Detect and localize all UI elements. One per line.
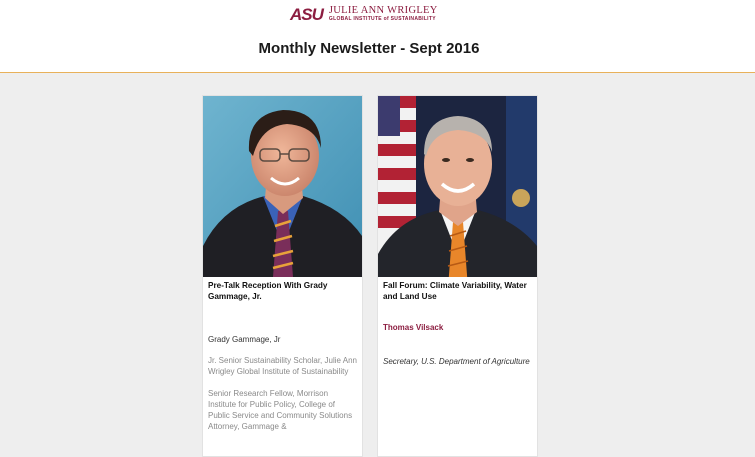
logo-institute-name: JULIE ANN WRIGLEY xyxy=(328,5,438,16)
speaker-name[interactable]: Thomas Vilsack xyxy=(378,322,537,333)
event-card-fall-forum[interactable]: Fall Forum: Climate Variability, Water a… xyxy=(377,95,538,457)
logo-institute-subtitle: GLOBAL INSTITUTE of SUSTAINABILITY xyxy=(328,16,436,22)
event-title[interactable]: Fall Forum: Climate Variability, Water a… xyxy=(378,277,537,302)
logo-text: JULIE ANN WRIGLEY GLOBAL INSTITUTE of SU… xyxy=(328,5,438,24)
speaker-photo-vilsack[interactable] xyxy=(378,96,537,277)
event-title[interactable]: Pre-Talk Reception With Grady Gammage, J… xyxy=(203,277,362,302)
event-card-reception[interactable]: Pre-Talk Reception With Grady Gammage, J… xyxy=(202,95,363,457)
speaker-name: Grady Gammage, Jr xyxy=(208,335,281,344)
speaker-bio: Senior Research Fellow, Morrison Institu… xyxy=(208,389,353,431)
newsletter-header: ASU JULIE ANN WRIGLEY GLOBAL INSTITUTE o… xyxy=(0,0,755,73)
page-title: Monthly Newsletter - Sept 2016 xyxy=(258,40,480,57)
speaker-photo-gammage[interactable] xyxy=(203,96,362,277)
logo-mark-text: ASU xyxy=(290,5,324,24)
speaker-role: Secretary, U.S. Department of Agricultur… xyxy=(383,357,530,366)
speaker-role: Jr. Senior Sustainability Scholar, Julie… xyxy=(208,356,357,376)
asu-logo[interactable]: ASU JULIE ANN WRIGLEY GLOBAL INSTITUTE o… xyxy=(290,4,438,24)
asu-logo-mark: ASU xyxy=(290,4,324,24)
